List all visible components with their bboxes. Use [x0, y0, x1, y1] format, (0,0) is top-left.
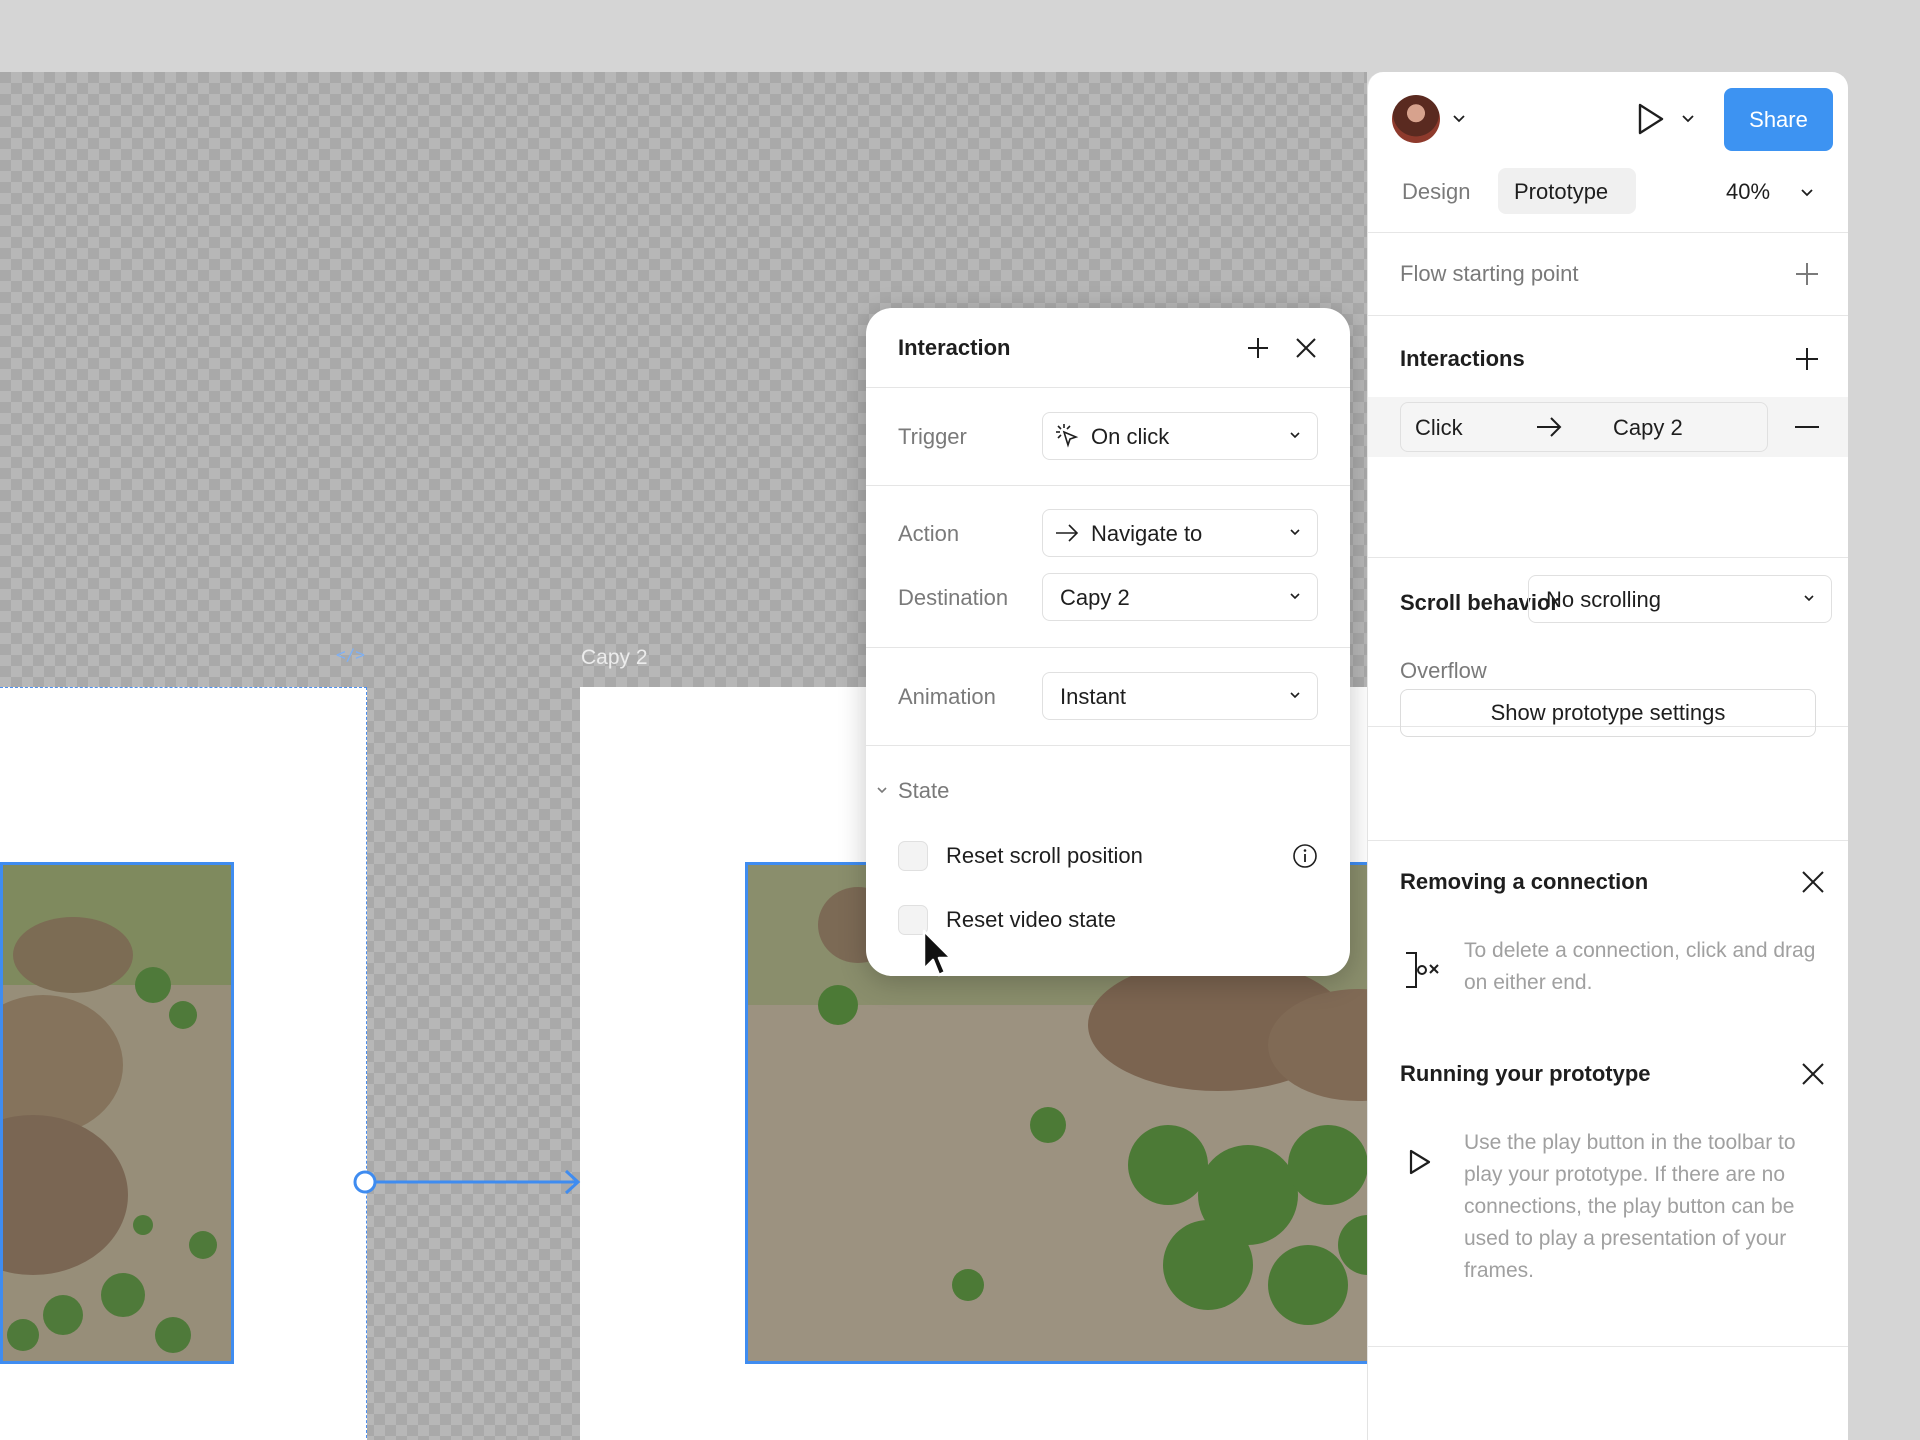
trigger-label: Trigger: [898, 424, 967, 449]
flow-starting-point-label: Flow starting point: [1400, 261, 1579, 286]
state-toggle[interactable]: State: [898, 778, 949, 804]
reset-video-row: Reset video state: [898, 905, 1318, 939]
overflow-label: Overflow: [1400, 658, 1487, 683]
properties-panel: Share Design Prototype 40% Flow starting…: [1367, 72, 1848, 1440]
trigger-section: Trigger On click: [866, 388, 1350, 486]
destination-label: Destination: [898, 585, 1009, 610]
reset-scroll-row: Reset scroll position: [898, 841, 1318, 875]
tip-running-title: Running your prototype: [1400, 1061, 1651, 1086]
reset-scroll-label: Reset scroll position: [946, 843, 1143, 868]
cursor-icon: [922, 929, 953, 977]
tip-removing-text: To delete a connection, click and drag o…: [1464, 939, 1816, 994]
animation-label: Animation: [898, 684, 996, 709]
show-prototype-settings-button[interactable]: Show prototype settings: [1400, 689, 1816, 737]
close-icon[interactable]: [1293, 335, 1319, 361]
trigger-select[interactable]: On click: [1042, 412, 1318, 460]
chevron-down-icon: [1804, 595, 1814, 602]
tip-running-text: Use the play button in the toolbar to pl…: [1464, 1131, 1796, 1282]
tips-section: Removing a connection To delete a connec…: [1368, 841, 1848, 1347]
reset-scroll-checkbox[interactable]: [898, 841, 928, 871]
play-icon: [1409, 1149, 1431, 1175]
plus-icon[interactable]: [1245, 335, 1271, 361]
click-icon: [1056, 424, 1079, 448]
interaction-item[interactable]: Click Capy 2: [1400, 402, 1768, 452]
chevron-down-icon[interactable]: [876, 786, 888, 794]
interactions-title: Interactions: [1400, 346, 1525, 371]
tip-removing-title: Removing a connection: [1400, 869, 1649, 894]
action-select[interactable]: Navigate to: [1042, 509, 1318, 557]
code-icon: </>: [336, 645, 365, 664]
frame-label-capy-2[interactable]: Capy 2: [581, 646, 648, 670]
interaction-destination: Capy 2: [1613, 415, 1683, 440]
connection-arrow[interactable]: [350, 1167, 586, 1197]
chevron-down-icon: [1290, 692, 1300, 699]
animation-section: Animation Instant: [866, 648, 1350, 746]
chevron-down-icon: [1290, 593, 1300, 600]
close-icon[interactable]: [1800, 869, 1826, 895]
action-value: Navigate to: [1091, 521, 1203, 546]
plus-icon[interactable]: [1794, 346, 1820, 372]
animation-select[interactable]: Instant: [1042, 672, 1318, 720]
minus-icon[interactable]: [1794, 419, 1820, 435]
info-icon[interactable]: [1292, 843, 1318, 869]
chevron-down-icon: [1290, 432, 1300, 439]
flow-section: Flow starting point: [1368, 233, 1848, 316]
chevron-down-icon: [1290, 529, 1300, 536]
action-label: Action: [898, 521, 960, 546]
reset-video-label: Reset video state: [946, 907, 1116, 932]
overflow-value: No scrolling: [1546, 587, 1661, 612]
destination-row: Destination Capy 2: [898, 573, 1318, 621]
animation-value: Instant: [1060, 684, 1127, 709]
popover-title: Interaction: [898, 335, 1011, 360]
trigger-value: On click: [1091, 424, 1170, 449]
panel-header-divider: [1368, 72, 1848, 233]
destination-select[interactable]: Capy 2: [1042, 573, 1318, 621]
capybara-image[interactable]: [0, 862, 234, 1364]
popover-header: Interaction: [866, 308, 1350, 388]
plus-icon[interactable]: [1794, 261, 1820, 287]
action-section: Action Navigate to Destination Capy 2: [866, 486, 1350, 648]
close-icon[interactable]: [1800, 1061, 1826, 1087]
arrow-right-icon: [1056, 524, 1079, 542]
overflow-select[interactable]: No scrolling: [1528, 575, 1832, 623]
interaction-popover: Interaction Trigger On click Action Navi…: [866, 308, 1350, 976]
destination-value: Capy 2: [1060, 585, 1130, 610]
trigger-row: Trigger On click: [898, 412, 1318, 460]
disconnect-icon: [1406, 952, 1439, 988]
interaction-trigger: Click: [1415, 415, 1463, 440]
settings-section: [1368, 727, 1848, 841]
arrow-right-icon: [1537, 417, 1562, 437]
animation-row: Animation Instant: [898, 672, 1318, 720]
action-row: Action Navigate to: [898, 509, 1318, 557]
interaction-row: Click Capy 2: [1368, 397, 1848, 457]
